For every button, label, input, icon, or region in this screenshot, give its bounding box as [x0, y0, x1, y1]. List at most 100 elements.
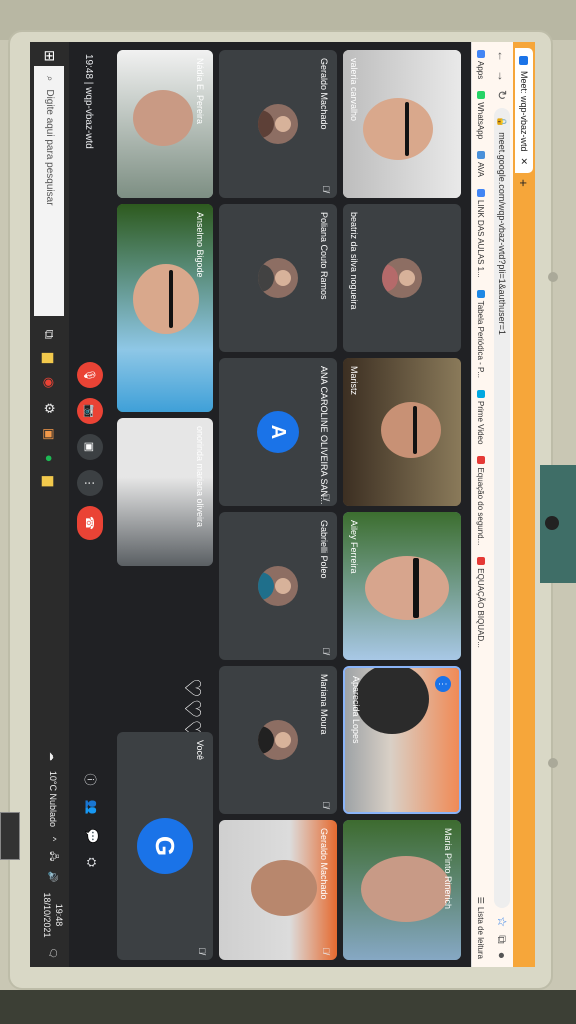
spotify-icon[interactable]: ● [42, 454, 58, 462]
more-options-button[interactable]: ⋮ [77, 470, 103, 496]
notifications-icon[interactable]: 🗨 [48, 948, 59, 959]
participant-face [381, 402, 441, 458]
camera-off-button[interactable]: 📷 [77, 398, 103, 424]
avatar [258, 104, 298, 144]
participant-tile[interactable]: Anselmo Bigode [117, 204, 213, 412]
mic-off-button[interactable]: 🎙 [77, 362, 103, 388]
participant-tile[interactable]: 🎙̸ Mariana Moura [219, 666, 337, 814]
network-icon[interactable]: 🖧 [45, 851, 61, 861]
tray-chevron-icon[interactable]: ^ [48, 837, 58, 841]
app-icon[interactable]: ▣ [42, 428, 58, 440]
address-bar[interactable]: 🔒 meet.google.com/wqp-vbaz-wtd?pli=1&aut… [494, 108, 510, 909]
tab-bar: Meet: wqp-vbaz-wtd ✕ + [513, 42, 535, 967]
folder-icon[interactable]: ▆ [42, 476, 58, 486]
webcam-dot [545, 516, 559, 530]
address-row: ← → ↻ 🔒 meet.google.com/wqp-vbaz-wtd?pli… [491, 42, 513, 967]
avatar [258, 720, 298, 760]
apps-icon [477, 50, 485, 58]
chrome-icon[interactable]: ◉ [42, 377, 58, 388]
mic-off-icon: 🎙̸ [321, 647, 331, 654]
youtube-icon [477, 557, 485, 566]
meet-favicon-icon [519, 56, 529, 65]
participant-name: Mariana Moura [319, 674, 329, 735]
bookmark-ava[interactable]: AVA [477, 151, 486, 177]
more-options-icon[interactable]: ⋮ [435, 676, 451, 692]
lock-icon: 🔒 [497, 116, 508, 128]
participant-tile[interactable]: Poliana Couto Ramos [219, 204, 337, 352]
monitor-screen: Meet: wqp-vbaz-wtd ✕ + ← → ↻ 🔒 meet.goog… [30, 42, 535, 967]
close-icon[interactable]: ✕ [519, 158, 530, 166]
glasses [405, 102, 409, 156]
meet-grid: valeria carvalho 🎙̸ Geraldo Machado Nádi… [109, 42, 471, 967]
windows-start-icon[interactable]: ⊞ [41, 50, 58, 62]
participant-face [133, 90, 193, 146]
system-tray: ☁ 10°C Nublado ^ 🖧 🔊 19:48 18/10/2021 🗨 [41, 752, 65, 959]
participant-tile[interactable]: 🎙̸ Geraldo Machado [219, 50, 337, 198]
hang-up-button[interactable]: ☎ [77, 506, 103, 540]
bookmark-prime-video[interactable]: Prime Video [477, 390, 486, 444]
mic-off-icon: 🎙̸ [321, 801, 331, 808]
whatsapp-icon [477, 91, 485, 100]
participant-tile[interactable]: Maria Pinto Rinerich [343, 820, 461, 960]
globe-icon [477, 188, 485, 197]
bookmarks-bar: Apps WhatsApp AVA LINK DAS AULAS 1... Ta… [471, 42, 491, 967]
taskbar-clock[interactable]: 19:48 18/10/2021 [41, 893, 65, 938]
people-icon[interactable]: 👥 [82, 799, 99, 814]
participant-name: Maristz [349, 366, 359, 395]
participant-hair [355, 666, 429, 734]
settings-icon[interactable]: ⚙ [42, 402, 58, 414]
browser-chrome: Meet: wqp-vbaz-wtd ✕ + ← → ↻ 🔒 meet.goog… [471, 42, 535, 967]
call-controls: 🎙 📷 ▣ ⋮ ☎ [77, 362, 103, 540]
participant-name: valeria carvalho [349, 58, 359, 122]
participant-face [251, 860, 317, 916]
reading-list[interactable]: ☰ Lista de leitura [477, 897, 486, 959]
bookmark-tabela[interactable]: Tabela Periódica - P... [477, 289, 486, 378]
file-explorer-icon[interactable]: ▆ [42, 353, 58, 363]
tab-title: Meet: wqp-vbaz-wtd [519, 71, 529, 152]
participant-tile[interactable]: 🎙̸ Gabrielli Poleo [219, 512, 337, 660]
bookmark-whatsapp[interactable]: WhatsApp [477, 91, 486, 139]
mic-off-icon: 🎙̸ [321, 185, 331, 192]
extension-icon[interactable]: ⧉ [495, 935, 510, 944]
back-icon[interactable]: ← [495, 50, 509, 62]
chat-icon[interactable]: 💬 [82, 828, 99, 843]
star-icon[interactable]: ☆ [495, 916, 509, 927]
info-icon[interactable]: ⓘ [82, 773, 99, 785]
participant-tile[interactable]: valeria carvalho [343, 50, 461, 198]
participant-tile[interactable]: Maristz [343, 358, 461, 506]
browser-tab[interactable]: Meet: wqp-vbaz-wtd ✕ [515, 48, 533, 174]
weather-icon: ☁ [48, 751, 59, 761]
taskbar-apps: ⧉ ▆ ◉ ⚙ ▣ ● ▆ [42, 330, 58, 486]
participant-tile[interactable]: Nádia E. Pereira [117, 50, 213, 198]
participant-face [361, 856, 451, 922]
task-view-icon[interactable]: ⧉ [42, 330, 58, 339]
activities-icon[interactable]: ⛭ [82, 857, 99, 867]
participant-tile[interactable]: 🎙̸ Geraldo Machado [219, 820, 337, 960]
participant-tile[interactable]: Ailey Ferreira [343, 512, 461, 660]
volume-icon[interactable]: 🔊 [48, 871, 59, 882]
participant-tile[interactable]: A 🎙̸ ANA CAROLINE OLIVEIRA SAN... [219, 358, 337, 506]
search-placeholder: Digite aqui para pesquisar [44, 89, 55, 206]
participant-tile[interactable]: beatriz da silva nogueira [343, 204, 461, 352]
participant-name: Poliana Couto Ramos [319, 212, 329, 300]
glasses [169, 270, 173, 328]
new-tab-icon[interactable]: + [517, 179, 532, 187]
participant-tile[interactable]: onorinda mariana oliveira [117, 418, 213, 566]
taskbar-search[interactable]: ⌕ Digite aqui para pesquisar [34, 65, 65, 316]
avatar [382, 258, 422, 298]
reload-icon[interactable]: ↻ [495, 90, 509, 100]
participant-tile[interactable]: Aparecida Lopes ⋮ [343, 666, 461, 814]
avatar [258, 566, 298, 606]
forward-icon[interactable]: → [495, 70, 509, 82]
present-button[interactable]: ▣ [77, 434, 103, 460]
bookmark-link-aulas[interactable]: LINK DAS AULAS 1... [477, 188, 486, 278]
bookmark-apps[interactable]: Apps [477, 50, 486, 79]
participant-name: Gabrielli Poleo [319, 520, 329, 579]
bookmark-biquad[interactable]: EQUAÇÃO BIQUAD... [477, 557, 486, 648]
mic-off-icon: 🎙̸ [321, 947, 331, 954]
self-initial: G [137, 818, 193, 874]
self-tile[interactable]: G 🎙̸ Você [117, 732, 213, 960]
profile-icon[interactable]: ● [495, 952, 509, 959]
self-name: Você [195, 740, 205, 761]
bookmark-equacao[interactable]: Equação do segund... [477, 456, 486, 545]
